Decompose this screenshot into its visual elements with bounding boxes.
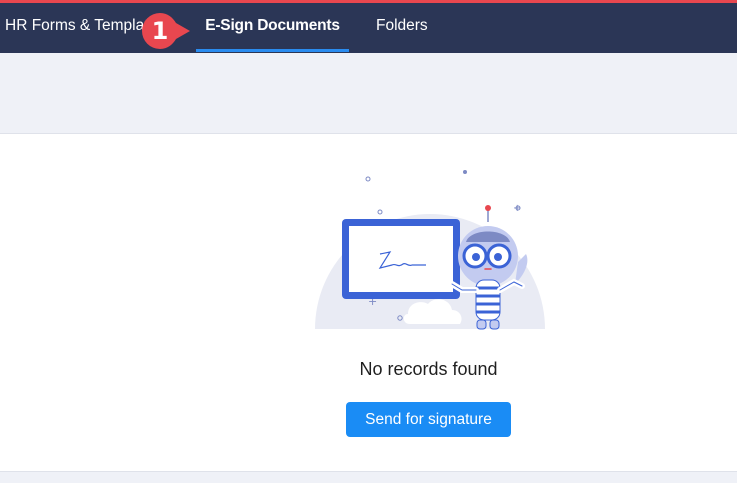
- footer-strip: [0, 471, 737, 483]
- tab-hr-forms-templates-label: HR Forms & Templates: [5, 17, 150, 34]
- step-number: 1: [151, 17, 169, 45]
- top-navbar: HR Forms & Templates E-Sign Documents Fo…: [0, 3, 737, 53]
- send-for-signature-button[interactable]: Send for signature: [346, 402, 511, 437]
- empty-state-message: No records found: [359, 359, 498, 379]
- signature-board-robot-icon: + +: [315, 170, 545, 330]
- tab-e-sign-documents-label: E-Sign Documents: [205, 17, 340, 34]
- tab-folders[interactable]: Folders: [376, 3, 428, 53]
- tab-hr-forms-templates[interactable]: HR Forms & Templates: [5, 3, 150, 53]
- tab-e-sign-documents[interactable]: E-Sign Documents: [196, 3, 349, 53]
- svg-text:+: +: [513, 203, 521, 214]
- toolbar-area: [0, 53, 737, 134]
- active-tab-indicator: [196, 49, 349, 52]
- tab-folders-label: Folders: [376, 17, 428, 34]
